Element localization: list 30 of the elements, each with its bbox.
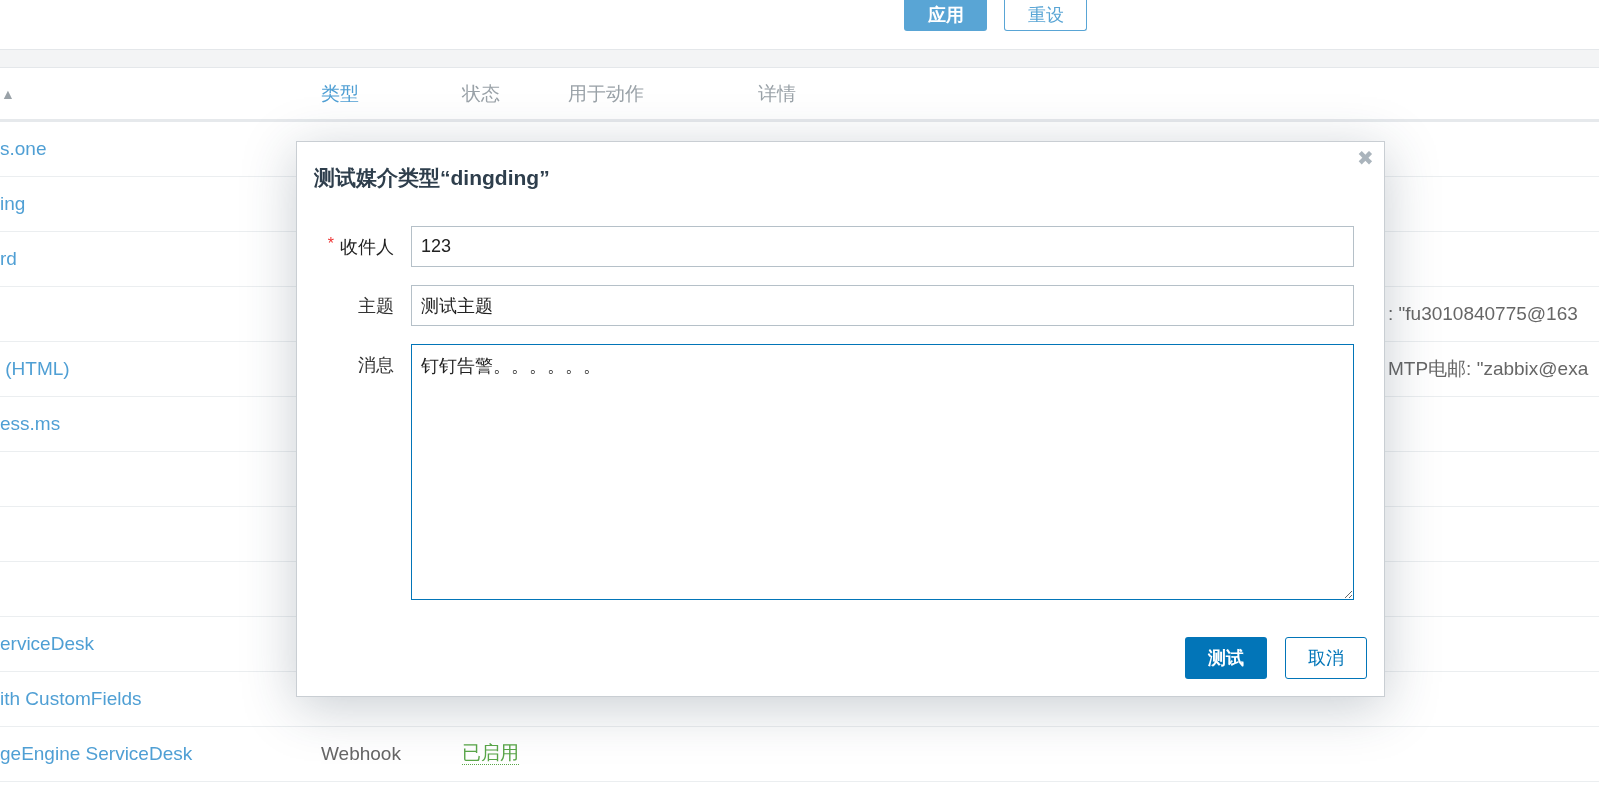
media-type-link[interactable]: ith CustomFields — [0, 688, 142, 710]
media-type-link[interactable]: erviceDesk — [0, 633, 94, 655]
table-cell: Webhook — [321, 743, 401, 765]
input-field[interactable]: 123 — [411, 226, 1354, 267]
reset-button[interactable]: 重设 — [1004, 0, 1087, 31]
media-type-link[interactable]: rd — [0, 248, 17, 270]
status-link[interactable]: 已启用 — [462, 743, 519, 765]
field-label: 消息 — [358, 354, 394, 377]
media-type-link[interactable]: ing — [0, 193, 26, 215]
media-type-link[interactable]: geEngine ServiceDesk — [0, 743, 193, 765]
table-cell: : "fu3010840775@163 — [1388, 303, 1578, 325]
close-button[interactable]: ✖ — [1357, 148, 1374, 168]
cancel-button[interactable]: 取消 — [1285, 637, 1367, 679]
field-label: 主题 — [358, 295, 394, 318]
required-mark: * — [327, 235, 334, 254]
column-header[interactable]: 类型 — [321, 80, 359, 107]
media-type-link[interactable]: ess.ms — [0, 413, 61, 435]
test-button[interactable]: 测试 — [1185, 637, 1267, 679]
field-label: 收件人 — [340, 236, 394, 259]
column-header: 用于动作 — [568, 81, 644, 106]
apply-button[interactable]: 应用 — [904, 0, 987, 31]
sort-arrow-icon: ▲ — [1, 85, 15, 102]
media-type-link[interactable]: s.one — [0, 138, 47, 160]
table-cell-text: MTP电邮: "zabbix@exa — [1388, 357, 1589, 381]
message-field[interactable]: 钉钉告警。。。。。。 — [411, 344, 1354, 600]
column-header: 状态 — [462, 81, 500, 106]
media-type-link[interactable]: (HTML) — [0, 358, 70, 380]
column-header: 详情 — [758, 81, 796, 106]
input-field[interactable]: 测试主题 — [411, 285, 1354, 326]
dialog-title: 测试媒介类型“dingding” — [314, 165, 551, 191]
